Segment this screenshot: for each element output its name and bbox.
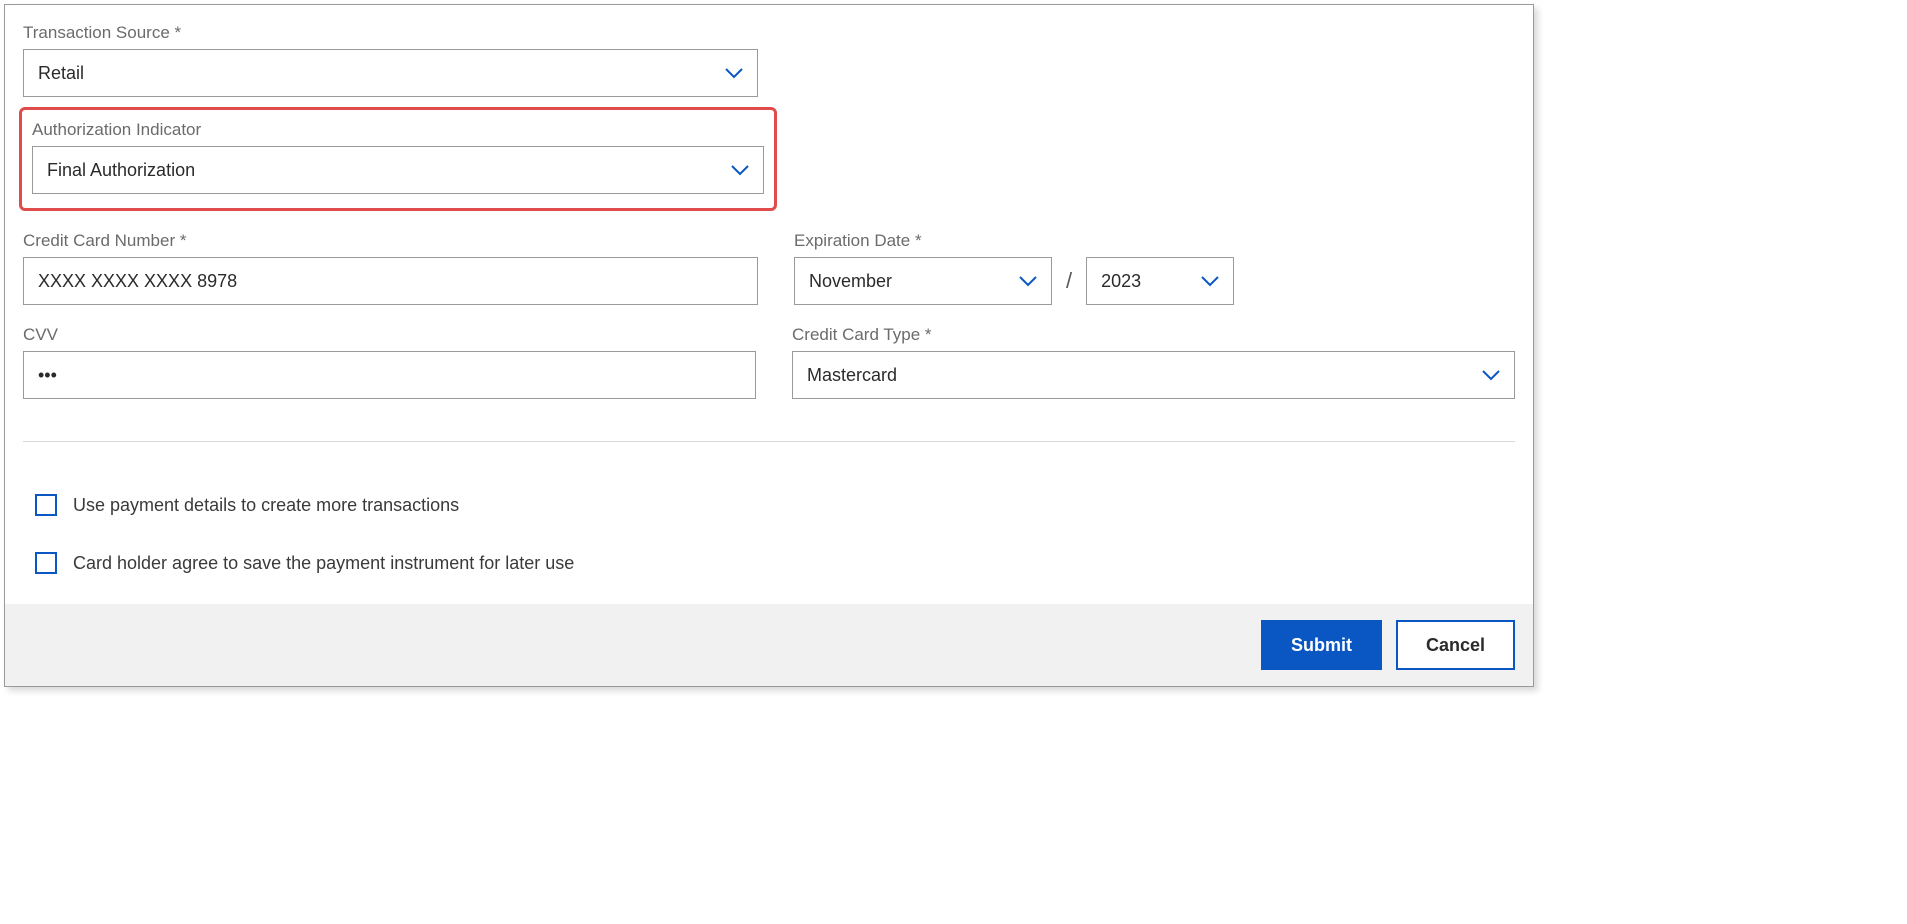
expiration-date-wrap: November / 2023 xyxy=(794,257,1515,305)
authorization-indicator-label: Authorization Indicator xyxy=(32,120,764,140)
cvv-field: CVV ••• xyxy=(23,325,756,399)
save-instrument-checkbox[interactable]: Card holder agree to save the payment in… xyxy=(23,552,1515,574)
authorization-indicator-highlight: Authorization Indicator Final Authorizat… xyxy=(19,107,777,211)
authorization-indicator-field: Authorization Indicator Final Authorizat… xyxy=(32,120,764,194)
chevron-down-icon xyxy=(1201,275,1219,287)
cvv-value: ••• xyxy=(38,365,57,386)
chevron-down-icon xyxy=(1482,369,1500,381)
credit-card-number-field: Credit Card Number * XXXX XXXX XXXX 8978 xyxy=(23,231,758,305)
use-payment-details-label: Use payment details to create more trans… xyxy=(73,495,459,516)
cvv-label: CVV xyxy=(23,325,756,345)
credit-card-type-select[interactable]: Mastercard xyxy=(792,351,1515,399)
credit-card-number-value: XXXX XXXX XXXX 8978 xyxy=(38,271,237,292)
authorization-indicator-value: Final Authorization xyxy=(47,160,731,181)
submit-button[interactable]: Submit xyxy=(1261,620,1382,670)
authorization-indicator-select[interactable]: Final Authorization xyxy=(32,146,764,194)
card-and-expiry-row: Credit Card Number * XXXX XXXX XXXX 8978… xyxy=(23,231,1515,305)
save-instrument-label: Card holder agree to save the payment in… xyxy=(73,553,574,574)
credit-card-number-input[interactable]: XXXX XXXX XXXX 8978 xyxy=(23,257,758,305)
credit-card-type-label: Credit Card Type * xyxy=(792,325,1515,345)
expiration-month-value: November xyxy=(809,271,1019,292)
expiration-year-select[interactable]: 2023 xyxy=(1086,257,1234,305)
chevron-down-icon xyxy=(731,164,749,176)
chevron-down-icon xyxy=(1019,275,1037,287)
expiration-date-label: Expiration Date * xyxy=(794,231,1515,251)
cancel-button[interactable]: Cancel xyxy=(1396,620,1515,670)
expiration-date-field: Expiration Date * November / 2023 xyxy=(794,231,1515,305)
expiration-separator: / xyxy=(1066,268,1072,294)
expiration-year-value: 2023 xyxy=(1101,271,1201,292)
expiration-month-select[interactable]: November xyxy=(794,257,1052,305)
chevron-down-icon xyxy=(725,67,743,79)
use-payment-details-checkbox[interactable]: Use payment details to create more trans… xyxy=(23,494,1515,516)
checkbox-icon xyxy=(35,552,57,574)
transaction-source-label: Transaction Source * xyxy=(23,23,758,43)
transaction-source-select[interactable]: Retail xyxy=(23,49,758,97)
payment-form-dialog: Transaction Source * Retail Authorizatio… xyxy=(4,4,1534,687)
transaction-source-value: Retail xyxy=(38,63,725,84)
form-body: Transaction Source * Retail Authorizatio… xyxy=(5,5,1533,604)
credit-card-type-value: Mastercard xyxy=(807,365,1482,386)
transaction-source-field: Transaction Source * Retail xyxy=(23,23,758,97)
credit-card-number-label: Credit Card Number * xyxy=(23,231,758,251)
cvv-input[interactable]: ••• xyxy=(23,351,756,399)
section-divider xyxy=(23,441,1515,442)
checkbox-icon xyxy=(35,494,57,516)
dialog-footer: Submit Cancel xyxy=(5,604,1533,686)
credit-card-type-field: Credit Card Type * Mastercard xyxy=(792,325,1515,399)
cvv-and-type-row: CVV ••• Credit Card Type * Mastercard xyxy=(23,325,1515,399)
